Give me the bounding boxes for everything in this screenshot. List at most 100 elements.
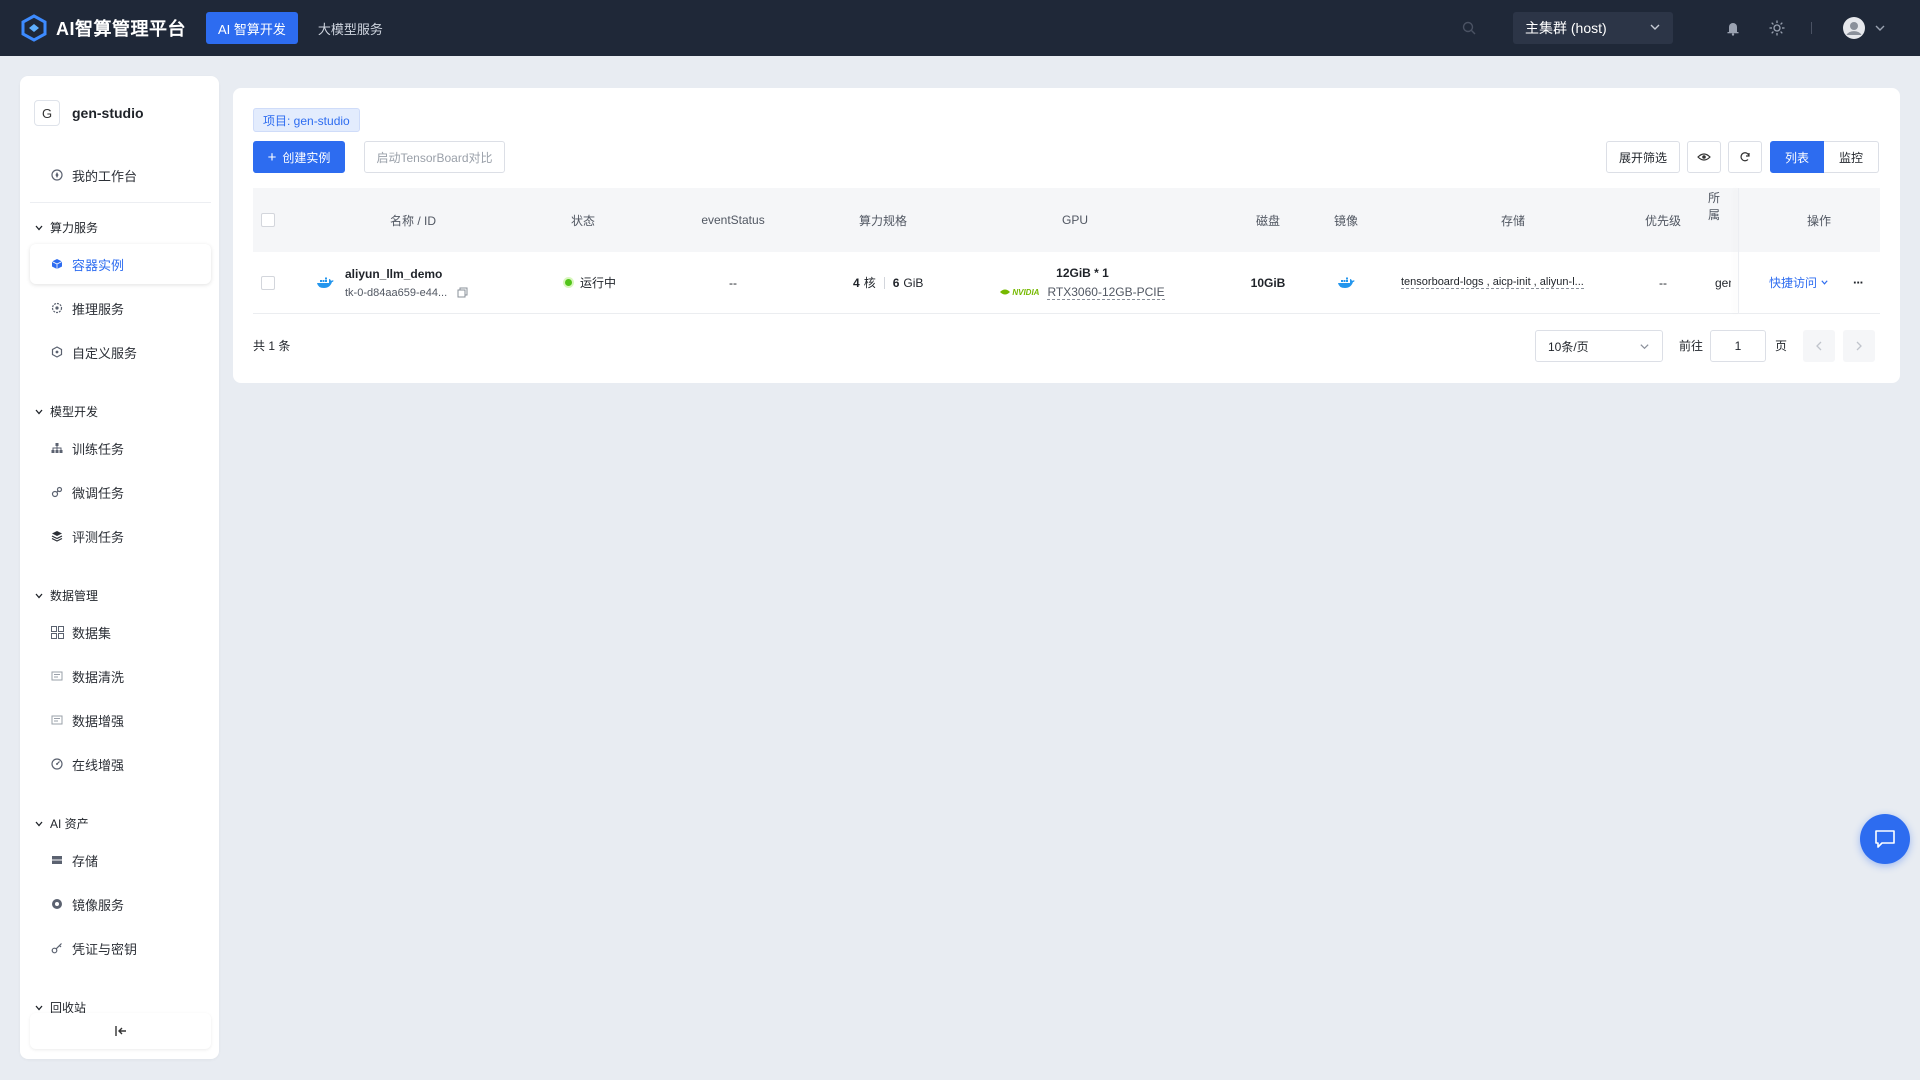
tab-llm-service[interactable]: 大模型服务 [306, 12, 395, 44]
group-label: AI 资产 [50, 817, 89, 831]
sidebar-item-finetune[interactable]: 微调任务 [30, 472, 211, 512]
gauge-icon [50, 757, 64, 771]
gpu-model[interactable]: RTX3060-12GB-PCIE [1047, 285, 1165, 300]
owner: gen [1715, 275, 1731, 290]
sidebar-item-credential[interactable]: 凭证与密钥 [30, 928, 211, 968]
refresh-button[interactable] [1728, 141, 1762, 173]
cluster-select[interactable]: 主集群 (host) [1513, 12, 1673, 44]
sidebar-item-inference[interactable]: 推理服务 [30, 288, 211, 328]
chevron-down-icon [35, 409, 43, 414]
project-name: gen-studio [72, 105, 144, 121]
prev-page-button[interactable] [1803, 330, 1835, 362]
select-all-checkbox[interactable] [261, 188, 275, 252]
plus-icon: + [267, 148, 277, 166]
copy-icon[interactable] [457, 287, 468, 298]
page-number-input[interactable] [1710, 330, 1766, 362]
group-model[interactable]: 模型开发 [34, 403, 98, 420]
col-disk[interactable]: 磁盘 [1243, 188, 1293, 252]
col-owner[interactable]: 所属 [1708, 188, 1730, 224]
col-event-status[interactable]: eventStatus [683, 188, 783, 252]
document-icon [50, 713, 64, 727]
collapse-icon [114, 1026, 126, 1036]
col-priority[interactable]: 优先级 [1633, 188, 1693, 252]
col-spec[interactable]: 算力规格 [833, 188, 933, 252]
row-checkbox[interactable] [261, 252, 275, 313]
spec-mem: 6 [892, 275, 900, 290]
status-dot [565, 279, 572, 286]
logo-icon [21, 14, 47, 42]
storage-cell: tensorboard-logs , aicp-init , aliyun-l.… [1401, 252, 1586, 313]
col-image[interactable]: 镜像 [1321, 188, 1371, 252]
chevron-down-icon [35, 1005, 43, 1010]
next-page-button[interactable] [1843, 330, 1875, 362]
sidebar-item-online-augment[interactable]: 在线增强 [30, 744, 211, 784]
search-icon[interactable] [1459, 18, 1479, 38]
tab-ai-dev[interactable]: AI 智算开发 [206, 12, 298, 44]
page-unit-label: 页 [1775, 339, 1788, 353]
sidebar-item-eval[interactable]: 评测任务 [30, 516, 211, 556]
app-title: AI智算管理平台 [56, 19, 186, 39]
group-compute[interactable]: 算力服务 [34, 219, 98, 236]
quick-access-link[interactable]: 快捷访问 [1769, 252, 1829, 313]
sidebar-item-dataset[interactable]: 数据集 [30, 612, 211, 652]
sidebar-item-label: 自定义服务 [72, 345, 138, 361]
divider [1811, 22, 1812, 34]
chevron-down-icon [35, 821, 43, 826]
sidebar-item-label: 在线增强 [72, 757, 125, 773]
sidebar-item-label: 数据增强 [72, 713, 125, 729]
sidebar-item-label: 存储 [72, 853, 99, 869]
bell-icon[interactable] [1723, 18, 1743, 38]
table-row[interactable]: aliyun_llm_demo tk-0-d84aa659-e44... 运行中… [253, 252, 1880, 314]
chevron-left-icon [1816, 341, 1822, 351]
project-header[interactable]: G gen-studio [20, 76, 219, 132]
cube-icon [50, 257, 64, 271]
sidebar-item-workspace[interactable]: 我的工作台 [30, 155, 211, 195]
storage-list[interactable]: tensorboard-logs , aicp-init , aliyun-l.… [1401, 276, 1584, 289]
app-logo[interactable]: AI智算管理平台 [20, 14, 206, 42]
project-avatar: G [34, 100, 60, 126]
sidebar-item-custom[interactable]: 自定义服务 [30, 332, 211, 372]
grid-icon [50, 625, 64, 639]
disc-icon [50, 897, 64, 911]
group-data[interactable]: 数据管理 [34, 587, 98, 604]
create-instance-label: 创建实例 [282, 150, 331, 165]
layers-icon [50, 529, 64, 543]
chat-button[interactable] [1860, 814, 1910, 864]
image-docker-icon[interactable] [1336, 252, 1356, 313]
sidebar-item-clean[interactable]: 数据清洗 [30, 656, 211, 696]
chevron-down-icon [1650, 24, 1660, 30]
user-menu[interactable] [1842, 16, 1886, 40]
view-list-button[interactable]: 列表 [1770, 141, 1824, 173]
col-name[interactable]: 名称 / ID [353, 188, 473, 252]
gpu-memory: 12GiB * 1 [1056, 265, 1109, 280]
sidebar-item-augment[interactable]: 数据增强 [30, 700, 211, 740]
col-status[interactable]: 状态 [553, 188, 613, 252]
page-size-select[interactable]: 10条/页 [1535, 330, 1663, 362]
expand-filter-button[interactable]: 展开筛选 [1606, 141, 1680, 173]
divider [30, 202, 211, 203]
hexagon-icon [50, 345, 64, 359]
col-storage[interactable]: 存储 [1483, 188, 1543, 252]
collapse-sidebar-button[interactable] [30, 1013, 211, 1049]
view-monitor-button[interactable]: 监控 [1824, 141, 1879, 173]
eye-button[interactable] [1687, 141, 1721, 173]
sidebar-item-container[interactable]: 容器实例 [30, 244, 211, 284]
divider [883, 276, 885, 289]
spec-cell: 4 核 6 GiB [853, 252, 923, 313]
instance-name[interactable]: aliyun_llm_demo [345, 267, 442, 281]
instance-id: tk-0-d84aa659-e44... [345, 286, 448, 299]
col-gpu[interactable]: GPU [1045, 188, 1105, 252]
chevron-down-icon [1821, 280, 1828, 285]
create-instance-button[interactable]: + 创建实例 [253, 141, 345, 173]
sidebar-item-storage[interactable]: 存储 [30, 840, 211, 880]
eye-icon [1697, 153, 1711, 161]
spec-cores-unit: 核 [863, 276, 876, 290]
group-assets[interactable]: AI 资产 [34, 815, 89, 832]
chevron-down-icon [1875, 25, 1885, 31]
chat-icon [1875, 830, 1895, 848]
sidebar-item-training[interactable]: 训练任务 [30, 428, 211, 468]
more-menu-button[interactable]: ··· [1853, 252, 1864, 313]
tensorboard-compare-button[interactable]: 启动TensorBoard对比 [364, 141, 505, 173]
sidebar-item-image[interactable]: 镜像服务 [30, 884, 211, 924]
sun-icon[interactable] [1767, 18, 1787, 38]
